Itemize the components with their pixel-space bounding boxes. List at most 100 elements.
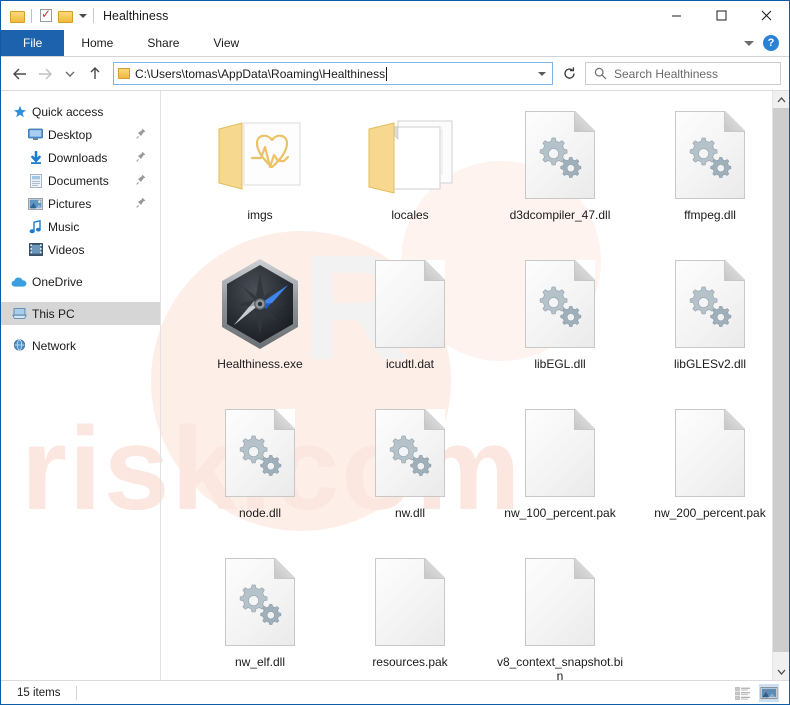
sidebar-item-label: Documents — [48, 173, 109, 188]
file-name-label: nw_100_percent.pak — [504, 506, 616, 520]
file-explorer-window: R risk.com Healthiness File Home — [0, 0, 790, 705]
file-item[interactable]: v8_context_snapshot.bin — [485, 550, 635, 680]
file-item[interactable]: imgs — [185, 103, 335, 246]
scroll-down-icon[interactable] — [773, 663, 789, 680]
pin-icon[interactable] — [136, 128, 146, 142]
sidebar-item-label: Pictures — [48, 196, 92, 211]
file-name-label: nw.dll — [394, 506, 426, 520]
gears-icon — [534, 134, 586, 185]
file-list-pane: imgs locales d3dcompiler_47.dll ffmpeg.dll H… — [161, 91, 789, 680]
scrollbar-track[interactable] — [773, 108, 789, 663]
new-folder-icon[interactable] — [58, 10, 73, 23]
videos-icon — [27, 243, 44, 256]
customize-dropdown-icon[interactable] — [79, 13, 87, 18]
close-button[interactable] — [744, 1, 789, 30]
downloads-icon — [27, 150, 44, 165]
nav-gap — [1, 261, 160, 270]
dll-file-icon — [662, 103, 758, 207]
gears-icon — [234, 432, 286, 483]
gears-icon — [684, 134, 736, 185]
nav-gap — [1, 325, 160, 334]
folder-documents-icon — [362, 103, 458, 207]
pin-icon[interactable] — [136, 197, 146, 211]
document-shape — [525, 111, 595, 199]
up-button[interactable] — [84, 61, 106, 87]
network-icon — [11, 339, 28, 352]
sidebar-item-label: Desktop — [48, 127, 93, 142]
file-name-label: nw_200_percent.pak — [654, 506, 766, 520]
recent-locations-button[interactable] — [59, 61, 81, 87]
pin-icon[interactable] — [136, 151, 146, 165]
dll-file-icon — [512, 103, 608, 207]
folder-icon[interactable] — [10, 10, 25, 23]
back-button[interactable] — [9, 61, 31, 87]
scroll-up-icon[interactable] — [773, 91, 789, 108]
file-item[interactable]: d3dcompiler_47.dll — [485, 103, 635, 246]
sidebar-item-label: Downloads — [48, 150, 108, 165]
quick-access-toolbar — [1, 7, 87, 23]
sidebar-item-downloads[interactable]: Downloads — [1, 146, 160, 169]
dll-file-icon — [212, 550, 308, 654]
sidebar-item-quick-access[interactable]: Quick access — [1, 100, 160, 123]
minimize-button[interactable] — [654, 1, 699, 30]
file-name-label: libEGL.dll — [534, 357, 586, 371]
file-item[interactable]: libEGL.dll — [485, 252, 635, 395]
pin-icon[interactable] — [136, 174, 146, 188]
file-item[interactable]: resources.pak — [335, 550, 485, 680]
search-input[interactable]: Search Healthiness — [585, 62, 781, 85]
address-path-input[interactable]: C:\Users\tomas\AppData\Roaming\Healthine… — [113, 62, 553, 85]
tab-share[interactable]: Share — [130, 30, 196, 56]
dll-file-icon — [212, 401, 308, 505]
file-name-label: d3dcompiler_47.dll — [509, 208, 611, 222]
chevron-down-icon[interactable] — [744, 40, 754, 46]
gears-icon — [534, 283, 586, 334]
properties-icon[interactable] — [40, 7, 52, 22]
file-item[interactable]: node.dll — [185, 401, 335, 544]
large-icons-view-button[interactable] — [759, 683, 779, 702]
file-item[interactable]: icudtl.dat — [335, 252, 485, 395]
details-view-button[interactable] — [733, 684, 753, 702]
sidebar-item-videos[interactable]: Videos — [1, 238, 160, 261]
blank-file-icon — [662, 401, 758, 505]
refresh-button[interactable] — [556, 62, 582, 85]
file-name-label: v8_context_snapshot.bin — [496, 655, 624, 680]
document-shape — [525, 260, 595, 348]
maximize-button[interactable] — [699, 1, 744, 30]
gears-icon — [384, 432, 436, 483]
this-pc-icon — [11, 307, 28, 320]
help-icon[interactable]: ? — [763, 35, 779, 51]
tab-file[interactable]: File — [1, 30, 65, 56]
window-controls — [654, 1, 789, 30]
file-grid: imgs locales d3dcompiler_47.dll ffmpeg.dll H… — [161, 91, 789, 680]
address-bar: C:\Users\tomas\AppData\Roaming\Healthine… — [1, 57, 789, 90]
text-cursor — [386, 66, 388, 81]
file-name-label: ffmpeg.dll — [684, 208, 736, 222]
file-item[interactable]: ffmpeg.dll — [635, 103, 785, 246]
sidebar-item-onedrive[interactable]: OneDrive — [1, 270, 160, 293]
sidebar-item-this-pc[interactable]: This PC — [1, 302, 160, 325]
tab-view[interactable]: View — [196, 30, 256, 56]
tab-home[interactable]: Home — [64, 30, 130, 56]
sidebar-item-music[interactable]: Music — [1, 215, 160, 238]
sidebar-item-label: Music — [48, 219, 80, 234]
sidebar-item-desktop[interactable]: Desktop — [1, 123, 160, 146]
file-item[interactable]: nw_200_percent.pak — [635, 401, 785, 544]
forward-button[interactable] — [34, 61, 56, 87]
file-item[interactable]: nw_elf.dll — [185, 550, 335, 680]
sidebar-item-pictures[interactable]: Pictures — [1, 192, 160, 215]
sidebar-item-network[interactable]: Network — [1, 334, 160, 357]
file-item[interactable]: nw.dll — [335, 401, 485, 544]
item-count-label: 15 items — [17, 686, 61, 699]
status-bar: 15 items — [1, 680, 789, 704]
file-item[interactable]: locales — [335, 103, 485, 246]
star-icon — [11, 105, 28, 119]
path-dropdown-icon[interactable] — [538, 71, 546, 76]
file-item[interactable]: libGLESv2.dll — [635, 252, 785, 395]
scrollbar-thumb[interactable] — [773, 108, 789, 652]
sidebar-item-documents[interactable]: Documents — [1, 169, 160, 192]
file-item[interactable]: Healthiness.exe — [185, 252, 335, 395]
vertical-scrollbar[interactable] — [772, 91, 789, 680]
file-item[interactable]: nw_100_percent.pak — [485, 401, 635, 544]
document-shape — [675, 260, 745, 348]
blank-file-icon — [362, 550, 458, 654]
